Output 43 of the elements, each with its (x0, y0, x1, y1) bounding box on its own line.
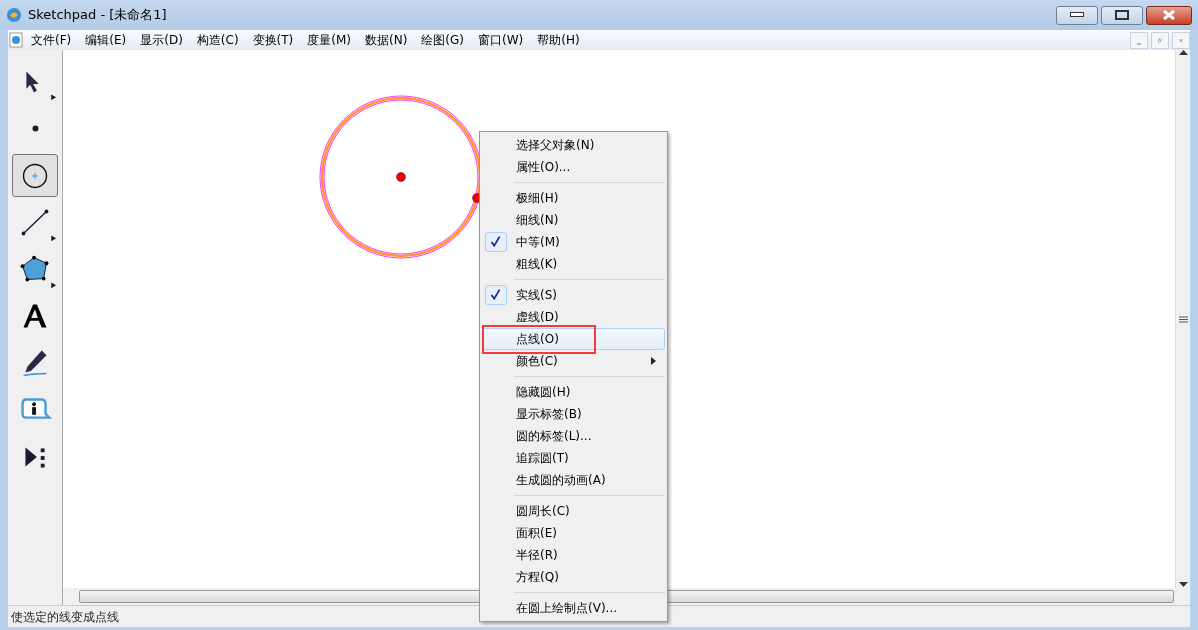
menu-item[interactable]: 数据(N) (358, 31, 415, 49)
grip-icon (1178, 315, 1188, 323)
center-point (396, 172, 406, 182)
menu-item[interactable]: 半径(R) (482, 544, 665, 566)
window-title: Sketchpad - [未命名1] (28, 6, 167, 25)
menu-item[interactable]: 粗线(K) (482, 253, 665, 275)
menu-item[interactable]: 在圆上绘制点(V)... (482, 597, 665, 619)
menu-item[interactable]: 属性(O)... (482, 156, 665, 178)
close-button[interactable] (1146, 5, 1192, 25)
menu-item[interactable]: 窗口(W) (471, 31, 531, 49)
menu-item[interactable]: 帮助(H) (530, 31, 587, 49)
maximize-icon (1115, 10, 1129, 20)
maximize-button[interactable] (1101, 5, 1143, 25)
menu-item[interactable]: 显示标签(B) (482, 403, 665, 425)
menu-item[interactable]: 圆周长(C) (482, 500, 665, 522)
close-icon (1162, 10, 1176, 20)
compass-tool[interactable] (12, 154, 58, 197)
menu-item[interactable]: 生成圆的动画(A) (482, 469, 665, 491)
menu-item[interactable]: 方程(Q) (482, 566, 665, 588)
menu-item[interactable]: 追踪圆(T) (482, 447, 665, 469)
menu-item[interactable]: 选择父对象(N) (482, 134, 665, 156)
minimize-icon (1070, 12, 1084, 18)
menu-item[interactable]: 面积(E) (482, 522, 665, 544)
menu-item[interactable]: 中等(M) (482, 231, 665, 253)
menu-item[interactable]: 颜色(C) (482, 350, 665, 372)
point-icon (31, 125, 39, 132)
menu-item[interactable]: 极细(H) (482, 187, 665, 209)
menu-item[interactable]: 度量(M) (300, 31, 358, 49)
menu-item[interactable]: 实线(S) (482, 284, 665, 306)
menu-item[interactable]: 点线(O) (482, 328, 665, 350)
menu-item[interactable]: 细线(N) (482, 209, 665, 231)
app-icon (6, 7, 22, 23)
menu-item[interactable]: 编辑(E) (78, 31, 134, 49)
menu-item[interactable]: 圆的标签(L)... (482, 425, 665, 447)
menu-item[interactable]: 构造(C) (189, 31, 246, 49)
menu-item[interactable]: 绘图(G) (414, 31, 471, 49)
menu-item[interactable]: 虚线(D) (482, 306, 665, 328)
menu-item[interactable]: 文件(F) (24, 31, 79, 49)
menu-item[interactable]: 变换(T) (245, 31, 301, 49)
document-icon (8, 32, 24, 48)
menu-item[interactable]: 隐藏圆(H) (482, 381, 665, 403)
minimize-button[interactable] (1056, 5, 1098, 25)
menu-item[interactable]: 显示(D) (133, 31, 190, 49)
